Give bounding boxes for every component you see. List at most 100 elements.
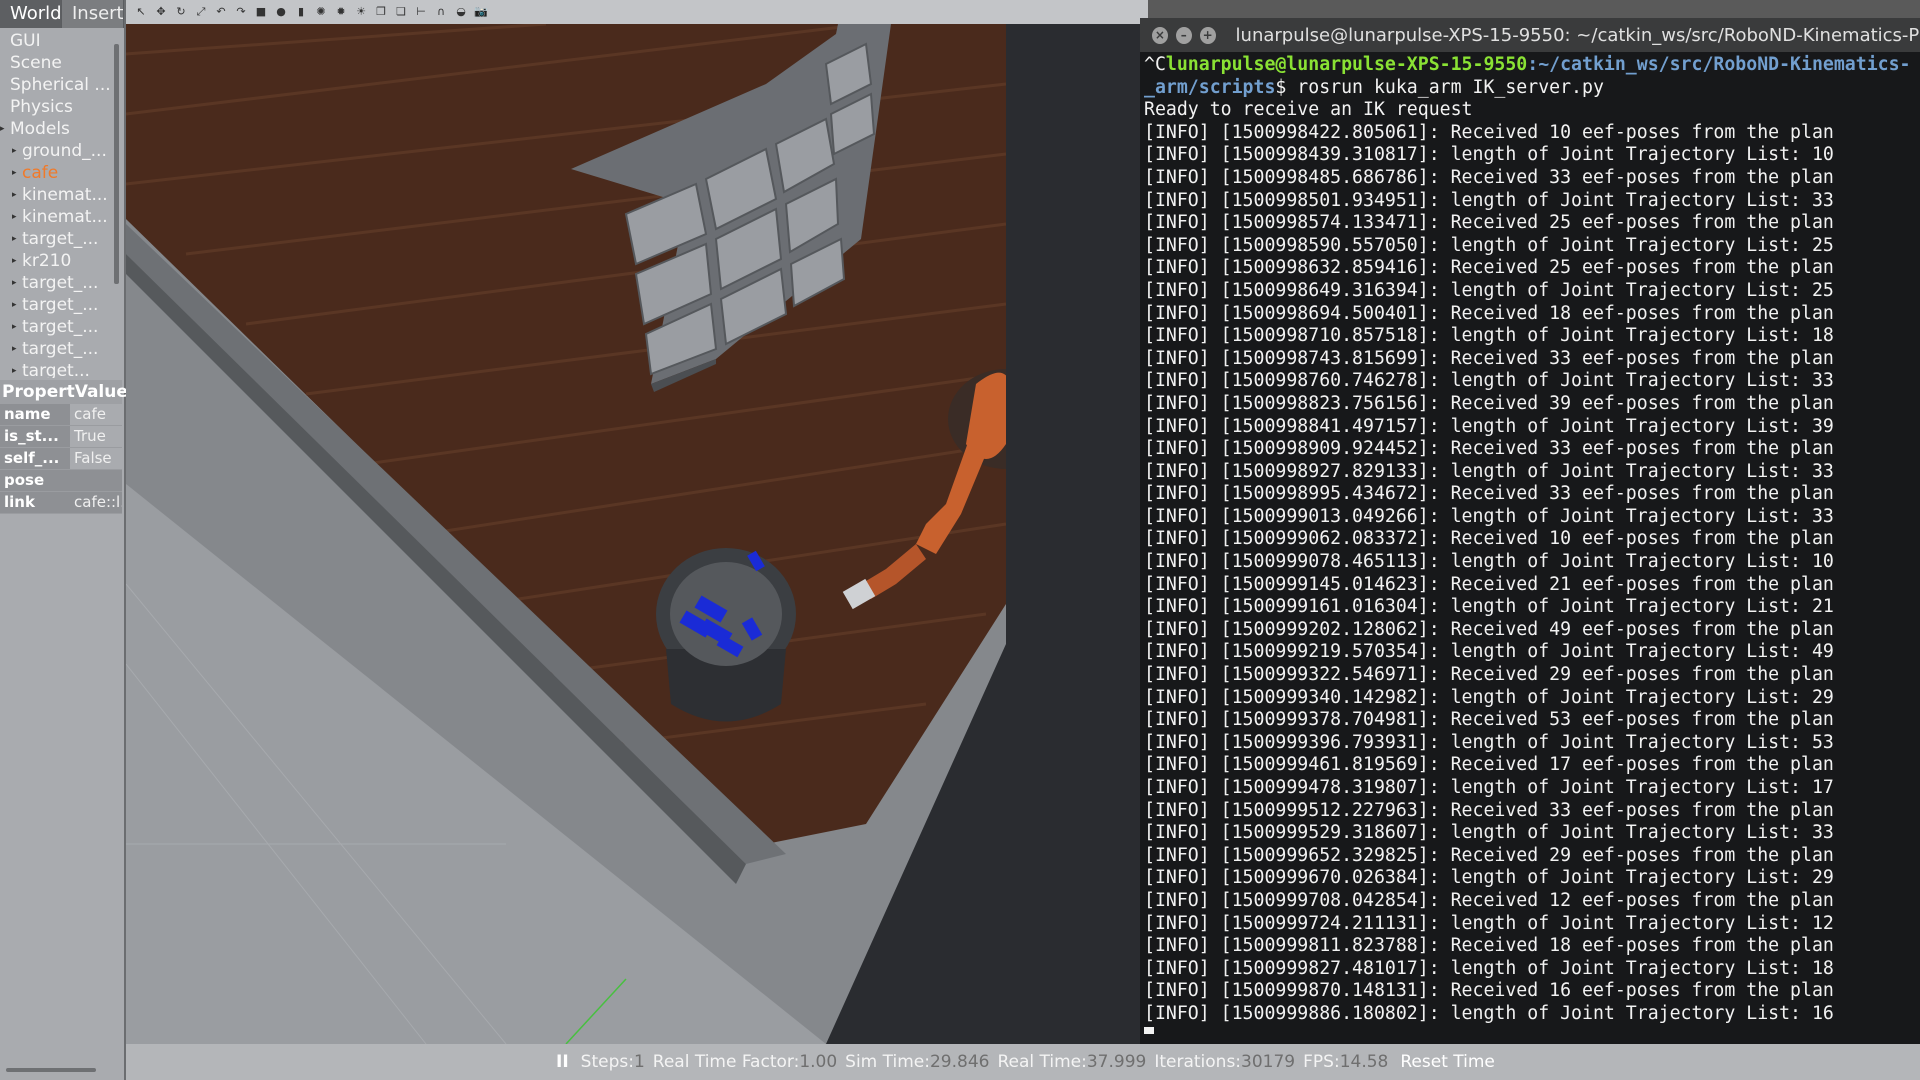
tree-item[interactable]: ▸ target...: [0, 360, 118, 378]
log-line: [INFO] [1500999396.793931]: length of Jo…: [1144, 731, 1834, 753]
log-line: [INFO] [1500998501.934951]: length of Jo…: [1144, 189, 1834, 211]
expand-arrow-icon[interactable]: ▸: [0, 118, 10, 140]
property-row[interactable]: name cafe: [0, 404, 122, 426]
expand-arrow-icon[interactable]: ▸: [12, 250, 22, 272]
log-line: [INFO] [1500998485.686786]: Received 33 …: [1144, 166, 1834, 188]
pause-button[interactable]: II: [556, 1052, 569, 1072]
log-line: [INFO] [1500998632.859416]: Received 25 …: [1144, 257, 1834, 279]
point-light-icon[interactable]: ✺: [314, 5, 328, 19]
tree-item[interactable]: ▸ target_...: [0, 228, 118, 250]
expand-arrow-icon[interactable]: ▸: [12, 272, 22, 294]
redo-icon[interactable]: ↷: [234, 5, 248, 19]
property-row[interactable]: pose: [0, 470, 122, 492]
reset-time-button[interactable]: Reset Time: [1400, 1052, 1495, 1072]
tree-item-label: target_...: [22, 229, 99, 249]
tree-item[interactable]: ▸ target_...: [0, 294, 118, 316]
tree-item[interactable]: ▸ kinemat...: [0, 184, 118, 206]
tree-item[interactable]: ▸ target_...: [0, 272, 118, 294]
sim-time-value: 29.846: [929, 1052, 990, 1072]
cylinder-icon[interactable]: ▮: [294, 5, 308, 19]
tab-insert[interactable]: Insert: [61, 0, 124, 28]
property-column-header: Propert: [2, 382, 75, 402]
screenshot-icon[interactable]: 📷: [474, 5, 488, 19]
expand-arrow-icon[interactable]: ▸: [12, 206, 22, 228]
change-view-icon[interactable]: ◒: [454, 5, 468, 19]
status-bar: II Steps: 1 Real Time Factor: 1.00 Sim T…: [126, 1044, 1920, 1080]
log-line: [INFO] [1500998909.924452]: Received 33 …: [1144, 438, 1834, 460]
tree-item[interactable]: ▸ kinemat...: [0, 206, 118, 228]
tree-item[interactable]: GUI: [0, 30, 118, 52]
expand-arrow-icon[interactable]: ▸: [12, 228, 22, 250]
terminal-titlebar[interactable]: × – + lunarpulse@lunarpulse-XPS-15-9550:…: [1140, 18, 1920, 52]
property-key: self_...: [0, 448, 70, 469]
sphere-icon[interactable]: ●: [274, 5, 288, 19]
property-key: link: [0, 492, 70, 513]
scene-render[interactable]: [126, 24, 1140, 1044]
log-line: [INFO] [1500998823.756156]: Received 39 …: [1144, 392, 1834, 414]
expand-arrow-icon[interactable]: ▸: [12, 338, 22, 360]
property-table: PropertValue name cafe is_st... True self_..…: [0, 380, 128, 514]
minimize-icon[interactable]: –: [1175, 26, 1192, 44]
log-line: [INFO] [1500998743.815699]: Received 33 …: [1144, 347, 1834, 369]
target-bin: [656, 548, 796, 722]
3d-viewport[interactable]: [126, 24, 1140, 1044]
log-line: [INFO] [1500999062.083372]: Received 10 …: [1144, 528, 1834, 550]
translate-icon[interactable]: ✥: [154, 5, 168, 19]
log-line: [INFO] [1500999512.227963]: Received 33 …: [1144, 799, 1834, 821]
expand-arrow-icon[interactable]: ▸: [12, 184, 22, 206]
log-line: [INFO] [1500999219.570354]: length of Jo…: [1144, 641, 1834, 663]
align-icon[interactable]: ⊢: [414, 5, 428, 19]
spot-light-icon[interactable]: ✹: [334, 5, 348, 19]
box-icon[interactable]: ■: [254, 5, 268, 19]
property-table-header: PropertValue: [0, 380, 128, 404]
tree-item-label: kr210: [22, 251, 72, 271]
arrow-select-icon[interactable]: ↖: [134, 5, 148, 19]
horizontal-scrollbar[interactable]: [6, 1068, 96, 1072]
log-line: [INFO] [1500999202.128062]: Received 49 …: [1144, 618, 1834, 640]
tree-item[interactable]: ▸ cafe: [0, 162, 118, 184]
expand-arrow-icon[interactable]: ▸: [12, 294, 22, 316]
tree-item-label: ground_...: [22, 141, 107, 161]
tree-item-label: target...: [22, 361, 90, 378]
tree-item[interactable]: ▸ target_...: [0, 316, 118, 338]
steps-value[interactable]: 1: [634, 1052, 645, 1072]
property-row[interactable]: self_... False: [0, 448, 122, 470]
tree-item[interactable]: Scene: [0, 52, 118, 74]
log-line: [INFO] [1500999811.823788]: Received 18 …: [1144, 935, 1834, 957]
expand-arrow-icon[interactable]: ▸: [12, 316, 22, 338]
tab-bar: World Insert: [0, 0, 124, 28]
tree-item[interactable]: ▸ ground_...: [0, 140, 118, 162]
log-line: [INFO] [1500999161.016304]: length of Jo…: [1144, 596, 1834, 618]
tree-item[interactable]: Physics: [0, 96, 118, 118]
log-line: [INFO] [1500999145.014623]: Received 21 …: [1144, 573, 1834, 595]
tree-item-label: target_...: [22, 339, 99, 359]
paste-icon[interactable]: ❏: [394, 5, 408, 19]
property-row[interactable]: is_st... True: [0, 426, 122, 448]
rotate-icon[interactable]: ↻: [174, 5, 188, 19]
terminal-output[interactable]: ^Clunarpulse@lunarpulse-XPS-15-9550:~/ca…: [1140, 52, 1920, 1034]
log-line: [INFO] [1500998927.829133]: length of Jo…: [1144, 460, 1834, 482]
undo-icon[interactable]: ↶: [214, 5, 228, 19]
tree-item[interactable]: ▸ Models: [0, 118, 118, 140]
property-row[interactable]: linkcafe::l...: [0, 492, 122, 514]
terminal-window[interactable]: × – + lunarpulse@lunarpulse-XPS-15-9550:…: [1140, 18, 1920, 1044]
expand-arrow-icon[interactable]: ▸: [12, 162, 22, 184]
close-icon[interactable]: ×: [1152, 26, 1168, 44]
scale-icon[interactable]: ⤢: [194, 5, 208, 19]
snap-icon[interactable]: ∩: [434, 5, 448, 19]
tab-world[interactable]: World: [0, 0, 62, 28]
tree-item-label: Scene: [10, 53, 62, 73]
tree-item-label: target_...: [22, 317, 99, 337]
tree-item[interactable]: Spherical ...: [0, 74, 118, 96]
expand-arrow-icon[interactable]: ▸: [12, 360, 22, 378]
log-line: [INFO] [1500998760.746278]: length of Jo…: [1144, 370, 1834, 392]
prompt-command: $ rosrun kuka_arm IK_server.py: [1275, 76, 1604, 98]
copy-icon[interactable]: ❐: [374, 5, 388, 19]
tree-item[interactable]: ▸ kr210: [0, 250, 118, 272]
directional-light-icon[interactable]: ☀: [354, 5, 368, 19]
steps-label: Steps:: [580, 1052, 634, 1072]
expand-arrow-icon[interactable]: ▸: [12, 140, 22, 162]
tree-item[interactable]: ▸ target_...: [0, 338, 118, 360]
maximize-icon[interactable]: +: [1199, 26, 1216, 44]
tree-scrollbar[interactable]: [114, 44, 119, 284]
